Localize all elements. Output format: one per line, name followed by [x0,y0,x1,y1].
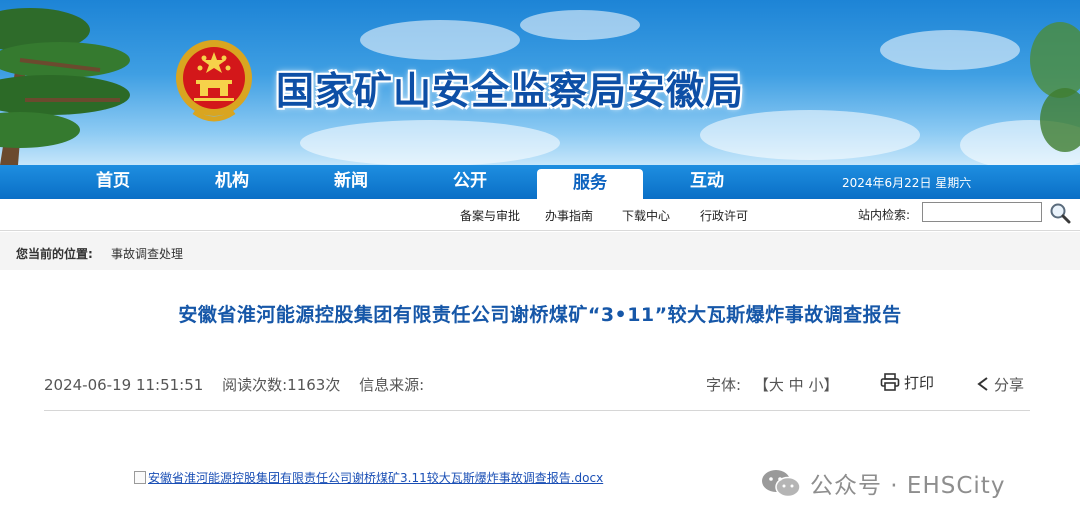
attachment-link[interactable]: 安徽省淮河能源控股集团有限责任公司谢桥煤矿3.11较大瓦斯爆炸事故调查报告.do… [134,469,603,486]
wechat-icon [762,470,801,498]
share-icon [977,377,988,391]
search-icon[interactable] [1048,202,1072,224]
info-source: 信息来源: [359,376,425,394]
font-bracket-open: 【 [753,376,769,394]
share-button[interactable]: 分享 [976,374,1024,395]
main-nav: 首页 机构 新闻 公开 服务 互动 2024年6月22日 星期六 [0,165,1080,199]
nav-service[interactable]: 服务 [537,169,643,199]
font-size-small[interactable]: 小 [808,376,823,394]
nav-public[interactable]: 公开 [425,165,515,199]
article-title: 安徽省淮河能源控股集团有限责任公司谢桥煤矿“3•11”较大瓦斯爆炸事故调查报告 [178,304,902,326]
view-count: 阅读次数:1163次 [222,376,341,394]
font-bracket-close: 】 [823,376,839,394]
nav-interaction[interactable]: 互动 [662,165,752,199]
font-size-label: 字体: [706,376,742,394]
breadcrumb-label: 您当前的位置: [16,247,93,261]
font-size-control: 字体: 【大 中 小】 [706,374,838,395]
pine-tree-image [0,8,130,165]
sub-nav: 备案与审批 办事指南 下载中心 行政许可 站内检索: [0,199,1080,231]
nav-home[interactable]: 首页 [68,165,158,199]
broken-image-icon [134,471,146,484]
breadcrumb: 您当前的位置: 事故调查处理 [0,232,1080,270]
article-meta: 2024-06-19 11:51:51 阅读次数:1163次 信息来源: [44,374,438,395]
current-date: 2024年6月22日 星期六 [842,176,972,190]
watermark: 公众号 · EHSCity [760,466,1005,500]
subnav-download[interactable]: 下载中心 [622,207,670,224]
tree-image [1030,22,1080,152]
font-size-medium[interactable]: 中 [789,376,804,394]
subnav-guide[interactable]: 办事指南 [545,207,593,224]
printer-icon [880,373,900,391]
nav-organization[interactable]: 机构 [187,165,277,199]
nav-news[interactable]: 新闻 [306,165,396,199]
site-title: 国家矿山安全监察局安徽局 [276,68,745,113]
share-label: 分享 [994,376,1025,394]
national-emblem-icon [176,40,252,122]
font-size-large[interactable]: 大 [769,376,784,394]
watermark-text: 公众号 · EHSCity [810,473,1006,499]
subnav-filing-approval[interactable]: 备案与审批 [460,207,520,224]
page: 国家矿山安全监察局安徽局 首页 机构 新闻 公开 服务 互动 2024年6月22… [0,0,1080,525]
attachment-filename: 安徽省淮河能源控股集团有限责任公司谢桥煤矿3.11较大瓦斯爆炸事故调查报告.do… [148,471,604,485]
subnav-license[interactable]: 行政许可 [700,207,748,224]
print-label: 打印 [904,374,935,392]
publish-datetime: 2024-06-19 11:51:51 [44,376,204,394]
header-banner: 国家矿山安全监察局安徽局 [0,0,1080,165]
breadcrumb-current[interactable]: 事故调查处理 [111,245,183,262]
search-input[interactable] [922,202,1042,222]
search-label: 站内检索: [858,208,911,222]
print-button[interactable]: 打印 [880,372,934,393]
divider [44,410,1030,411]
